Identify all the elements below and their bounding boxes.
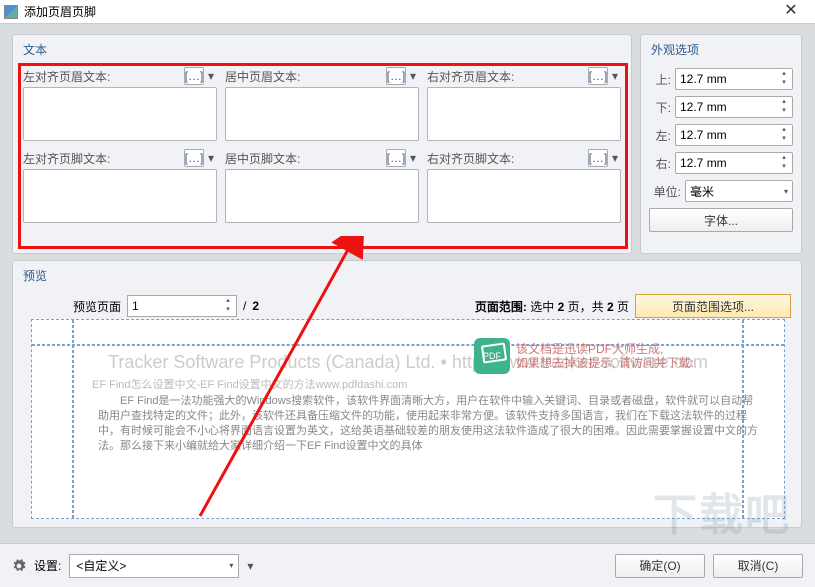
margin-right-label: 右: (649, 155, 671, 172)
unit-label: 单位: (649, 183, 681, 200)
macro-button[interactable]: […] (386, 67, 406, 85)
pdf-stamp: PDF 该文档是迅读PDF大师生成, 如果想去掉该提示, 请访问并下载: (474, 338, 694, 374)
macro-button[interactable]: […] (184, 149, 204, 167)
macro-button[interactable]: […] (588, 149, 608, 167)
doc-subheader: EF Find怎么设置中文-EF Find设置中文的方法www.pdfdashi… (92, 376, 764, 392)
preview-title: 预览 (13, 261, 801, 288)
settings-select[interactable]: <自定义>▾ (69, 554, 239, 578)
gear-icon (12, 559, 26, 573)
cancel-button[interactable]: 取消(C) (713, 554, 803, 578)
header-left-label: 左对齐页眉文本: (23, 68, 184, 85)
preview-page-input[interactable]: 1▴▾ (127, 295, 237, 317)
margin-bottom-input[interactable]: 12.7 mm▴▾ (675, 96, 793, 118)
chevron-down-icon[interactable]: ▾ (407, 151, 419, 165)
macro-button[interactable]: […] (588, 67, 608, 85)
appearance-section: 外观选项 上:12.7 mm▴▾ 下:12.7 mm▴▾ 左:12.7 mm▴▾… (640, 34, 802, 254)
header-right-input[interactable] (427, 87, 621, 141)
chevron-down-icon[interactable]: ▾ (205, 151, 217, 165)
titlebar: 添加页眉页脚 ✕ (0, 0, 815, 24)
text-section-title: 文本 (13, 35, 631, 62)
header-left-input[interactable] (23, 87, 217, 141)
footer-left-label: 左对齐页脚文本: (23, 150, 184, 167)
margin-bottom-label: 下: (649, 99, 671, 116)
chevron-down-icon[interactable]: ▾ (609, 151, 621, 165)
page-sep: / (243, 299, 246, 313)
window-title: 添加页眉页脚 (24, 3, 771, 20)
margin-right-input[interactable]: 12.7 mm▴▾ (675, 152, 793, 174)
margin-top-label: 上: (649, 71, 671, 88)
header-right-label: 右对齐页眉文本: (427, 68, 588, 85)
settings-label: 设置: (34, 557, 61, 574)
footer-center-label: 居中页脚文本: (225, 150, 386, 167)
footer-left-input[interactable] (23, 169, 217, 223)
chevron-down-icon[interactable]: ▾ (247, 559, 253, 573)
preview-page-label: 预览页面 (73, 298, 121, 315)
doc-body: EF Find是一法功能强大的Windows搜索软件，该软件界面清晰大方，用户在… (98, 394, 764, 454)
chevron-down-icon[interactable]: ▾ (205, 69, 217, 83)
pdf-icon: PDF (474, 338, 510, 374)
unit-select[interactable]: 毫米▾ (685, 180, 793, 202)
footer-center-input[interactable] (225, 169, 419, 223)
download-watermark: 下载吧 (653, 479, 791, 543)
page-range-options-button[interactable]: 页面范围选项... (635, 294, 791, 318)
margin-left-input[interactable]: 12.7 mm▴▾ (675, 124, 793, 146)
footer-right-label: 右对齐页脚文本: (427, 150, 588, 167)
footer-right-input[interactable] (427, 169, 621, 223)
page-range-text: 页面范围: 选中 2 页，共 2 页 (475, 298, 629, 315)
margin-left-label: 左: (649, 127, 671, 144)
font-button[interactable]: 字体... (649, 208, 793, 232)
header-center-label: 居中页眉文本: (225, 68, 386, 85)
app-icon (4, 5, 18, 19)
appearance-title: 外观选项 (641, 35, 801, 62)
macro-button[interactable]: […] (184, 67, 204, 85)
chevron-down-icon[interactable]: ▾ (609, 69, 621, 83)
page-total: 2 (252, 299, 259, 313)
margin-top-input[interactable]: 12.7 mm▴▾ (675, 68, 793, 90)
text-section: 文本 左对齐页眉文本: […] ▾ 居中页眉文本: […] ▾ (12, 34, 632, 254)
ok-button[interactable]: 确定(O) (615, 554, 705, 578)
chevron-down-icon[interactable]: ▾ (407, 69, 419, 83)
macro-button[interactable]: […] (386, 149, 406, 167)
close-button[interactable]: ✕ (771, 1, 811, 23)
header-center-input[interactable] (225, 87, 419, 141)
bottom-bar: 设置: <自定义>▾ ▾ 确定(O) 取消(C) (0, 543, 815, 587)
